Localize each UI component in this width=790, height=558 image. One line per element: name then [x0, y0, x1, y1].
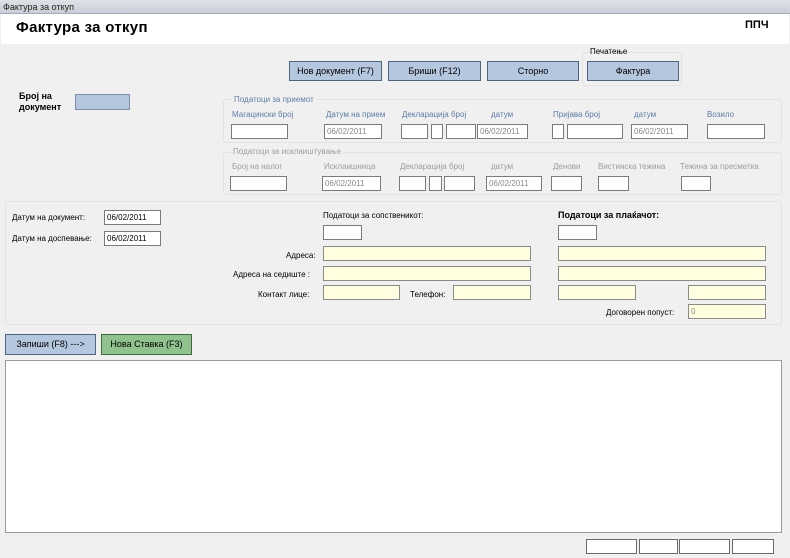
- driver-field[interactable]: [707, 124, 765, 139]
- payment-weight-field[interactable]: [681, 176, 711, 191]
- order-no-field[interactable]: [230, 176, 287, 191]
- owner-contact-field[interactable]: [323, 285, 400, 300]
- unloading-decl-date-field[interactable]: 06/02/2011: [486, 176, 542, 191]
- save-button[interactable]: Запиши (F8) --->: [5, 334, 96, 355]
- unloading-declaration-part3-field[interactable]: [444, 176, 475, 191]
- payer-id-field[interactable]: [558, 225, 597, 240]
- doc-number-label: Број на документ: [19, 91, 62, 112]
- status-panel-4: [732, 539, 774, 554]
- new-item-button[interactable]: Нова Ставка (F3): [101, 334, 192, 355]
- order-no-label: Број на налог: [232, 162, 283, 171]
- unloading-date-field[interactable]: 06/02/2011: [322, 176, 381, 191]
- owner-title: Податоци за сопственикот:: [323, 211, 424, 220]
- owner-phone-field[interactable]: [453, 285, 531, 300]
- application-no-label: Пријава број: [553, 110, 600, 119]
- days-field[interactable]: [551, 176, 582, 191]
- discount-label: Договорен попуст:: [606, 308, 675, 317]
- unloading-declaration-label: Декларација број: [400, 162, 465, 171]
- unloading-label: Исклаишница: [324, 162, 376, 171]
- owner-contact-label: Контакт лице:: [258, 290, 310, 299]
- declaration-date-label: датум: [491, 110, 514, 119]
- print-group-label: Печатење: [590, 47, 628, 56]
- driver-label: Возило: [707, 110, 735, 119]
- owner-address-label: Адреса:: [286, 251, 316, 260]
- days-label: Денови: [553, 162, 581, 171]
- status-panel-2: [639, 539, 678, 554]
- actual-weight-label: Вистинска тежина: [598, 162, 666, 171]
- status-panel-3: [679, 539, 730, 554]
- due-date-label: Датум на доспевање:: [12, 234, 92, 243]
- status-panel-1: [586, 539, 637, 554]
- application-date-field[interactable]: 06/02/2011: [631, 124, 688, 139]
- doc-date-label: Датум на документ:: [12, 213, 86, 222]
- payer-title: Податоци за плаќачот:: [558, 210, 660, 220]
- unloading-declaration-part2-field[interactable]: [429, 176, 442, 191]
- owner-phone-label: Телефон:: [410, 290, 446, 299]
- receipt-group-label: Податоци за приемот: [232, 95, 316, 104]
- items-grid[interactable]: [5, 360, 782, 533]
- payer-hq-field[interactable]: [558, 266, 766, 281]
- application-part2-field[interactable]: [567, 124, 623, 139]
- due-date-field[interactable]: 06/02/2011: [104, 231, 161, 246]
- delete-button[interactable]: Бриши (F12): [388, 61, 481, 81]
- owner-address-field[interactable]: [323, 246, 531, 261]
- owner-hq-label: Адреса на седиште :: [233, 270, 310, 279]
- warehouse-no-label: Магацински број: [232, 110, 294, 119]
- declaration-date-field[interactable]: 06/02/2011: [477, 124, 528, 139]
- actual-weight-field[interactable]: [598, 176, 629, 191]
- declaration-no-label: Декларација број: [402, 110, 467, 119]
- payer-contact-field[interactable]: [558, 285, 636, 300]
- receipt-date-label: Датум на прием: [326, 110, 386, 119]
- page-title: Фактура за откуп: [16, 19, 148, 36]
- unloading-group-label: Податоци за исклаиштување: [231, 147, 343, 156]
- warehouse-no-field[interactable]: [231, 124, 288, 139]
- new-document-button[interactable]: Нов документ (F7): [289, 61, 382, 81]
- payment-weight-label: Тежина за пресметка: [680, 162, 759, 171]
- payer-address-field[interactable]: [558, 246, 766, 261]
- receipt-date-field[interactable]: 06/02/2011: [324, 124, 382, 139]
- doc-date-field[interactable]: 06/02/2011: [104, 210, 161, 225]
- unloading-date-label: датум: [491, 162, 514, 171]
- doc-number-field[interactable]: [75, 94, 130, 110]
- invoice-print-button[interactable]: Фактура: [587, 61, 679, 81]
- declaration-part2-field[interactable]: [431, 124, 443, 139]
- header-code: ППЧ: [745, 19, 769, 31]
- storno-button[interactable]: Сторно: [487, 61, 579, 81]
- application-date-label: датум: [634, 110, 657, 119]
- owner-id-field[interactable]: [323, 225, 362, 240]
- owner-hq-field[interactable]: [323, 266, 531, 281]
- application-part1-field[interactable]: [552, 124, 564, 139]
- payer-phone-field[interactable]: [688, 285, 766, 300]
- discount-field[interactable]: 0: [688, 304, 766, 319]
- unloading-declaration-part1-field[interactable]: [399, 176, 426, 191]
- declaration-part1-field[interactable]: [401, 124, 428, 139]
- declaration-part3-field[interactable]: [446, 124, 476, 139]
- window-title: Фактура за откуп: [0, 0, 790, 14]
